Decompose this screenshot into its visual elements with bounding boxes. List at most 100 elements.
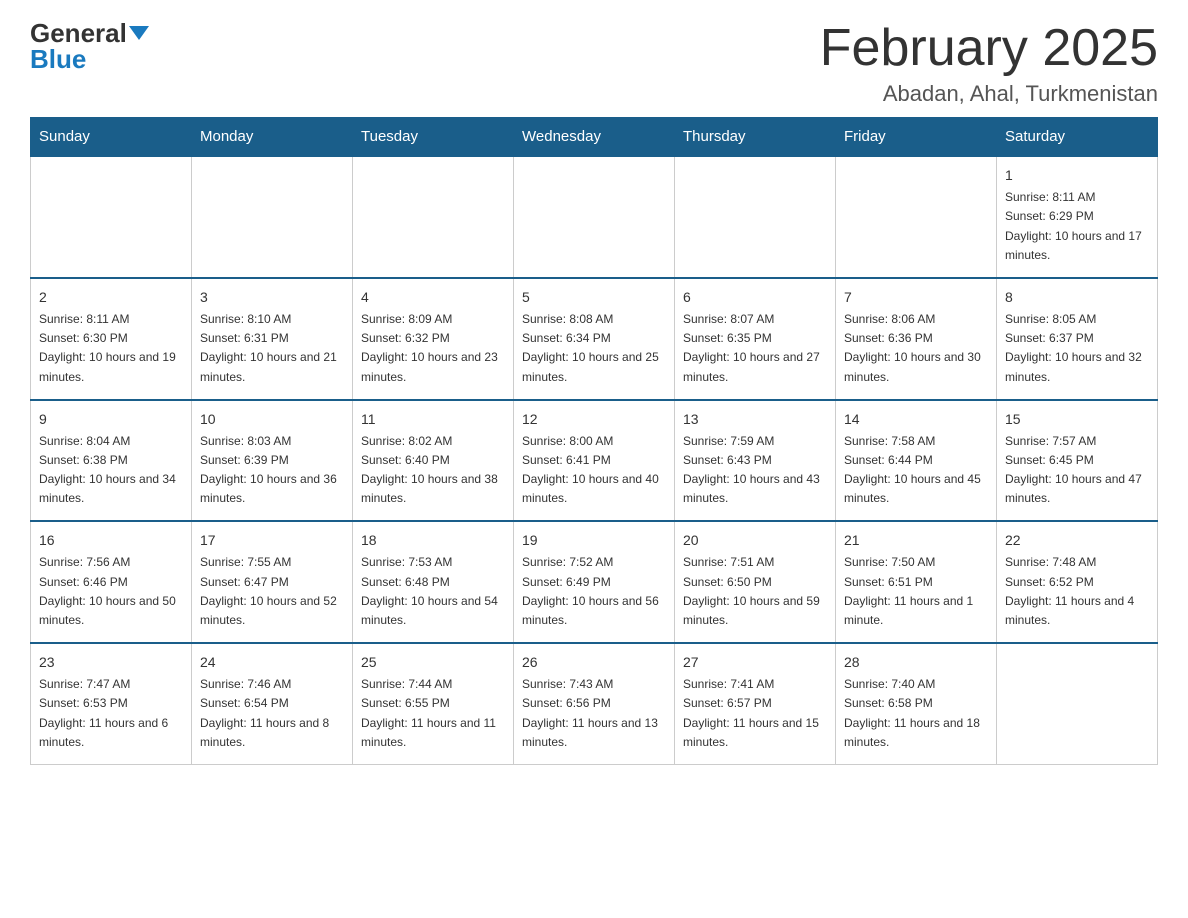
day-number: 19 bbox=[522, 530, 666, 551]
title-block: February 2025 Abadan, Ahal, Turkmenistan bbox=[820, 20, 1158, 107]
logo-general: General bbox=[30, 20, 127, 46]
calendar-cell: 7Sunrise: 8:06 AMSunset: 6:36 PMDaylight… bbox=[836, 278, 997, 400]
day-number: 12 bbox=[522, 409, 666, 430]
calendar-cell: 20Sunrise: 7:51 AMSunset: 6:50 PMDayligh… bbox=[675, 521, 836, 643]
day-info: Sunrise: 8:02 AMSunset: 6:40 PMDaylight:… bbox=[361, 432, 505, 509]
calendar-cell: 28Sunrise: 7:40 AMSunset: 6:58 PMDayligh… bbox=[836, 643, 997, 764]
day-number: 2 bbox=[39, 287, 183, 308]
day-number: 13 bbox=[683, 409, 827, 430]
day-info: Sunrise: 8:04 AMSunset: 6:38 PMDaylight:… bbox=[39, 432, 183, 509]
day-info: Sunrise: 8:09 AMSunset: 6:32 PMDaylight:… bbox=[361, 310, 505, 387]
calendar-cell: 17Sunrise: 7:55 AMSunset: 6:47 PMDayligh… bbox=[192, 521, 353, 643]
day-info: Sunrise: 7:46 AMSunset: 6:54 PMDaylight:… bbox=[200, 675, 344, 752]
day-info: Sunrise: 8:11 AMSunset: 6:30 PMDaylight:… bbox=[39, 310, 183, 387]
day-info: Sunrise: 7:52 AMSunset: 6:49 PMDaylight:… bbox=[522, 553, 666, 630]
day-info: Sunrise: 7:59 AMSunset: 6:43 PMDaylight:… bbox=[683, 432, 827, 509]
calendar-cell: 27Sunrise: 7:41 AMSunset: 6:57 PMDayligh… bbox=[675, 643, 836, 764]
calendar-week-row: 16Sunrise: 7:56 AMSunset: 6:46 PMDayligh… bbox=[31, 521, 1158, 643]
calendar-cell: 14Sunrise: 7:58 AMSunset: 6:44 PMDayligh… bbox=[836, 400, 997, 522]
day-info: Sunrise: 7:40 AMSunset: 6:58 PMDaylight:… bbox=[844, 675, 988, 752]
day-number: 4 bbox=[361, 287, 505, 308]
calendar-cell: 13Sunrise: 7:59 AMSunset: 6:43 PMDayligh… bbox=[675, 400, 836, 522]
day-number: 27 bbox=[683, 652, 827, 673]
day-info: Sunrise: 8:11 AMSunset: 6:29 PMDaylight:… bbox=[1005, 188, 1149, 265]
calendar-cell: 5Sunrise: 8:08 AMSunset: 6:34 PMDaylight… bbox=[514, 278, 675, 400]
calendar-cell bbox=[192, 156, 353, 278]
calendar-cell bbox=[836, 156, 997, 278]
calendar-cell: 6Sunrise: 8:07 AMSunset: 6:35 PMDaylight… bbox=[675, 278, 836, 400]
day-info: Sunrise: 8:06 AMSunset: 6:36 PMDaylight:… bbox=[844, 310, 988, 387]
calendar-cell bbox=[353, 156, 514, 278]
day-info: Sunrise: 7:43 AMSunset: 6:56 PMDaylight:… bbox=[522, 675, 666, 752]
calendar-cell: 10Sunrise: 8:03 AMSunset: 6:39 PMDayligh… bbox=[192, 400, 353, 522]
day-of-week-header: Monday bbox=[192, 118, 353, 157]
calendar-cell: 26Sunrise: 7:43 AMSunset: 6:56 PMDayligh… bbox=[514, 643, 675, 764]
day-number: 6 bbox=[683, 287, 827, 308]
day-info: Sunrise: 7:50 AMSunset: 6:51 PMDaylight:… bbox=[844, 553, 988, 630]
day-number: 24 bbox=[200, 652, 344, 673]
day-number: 16 bbox=[39, 530, 183, 551]
day-number: 25 bbox=[361, 652, 505, 673]
day-number: 3 bbox=[200, 287, 344, 308]
calendar-week-row: 23Sunrise: 7:47 AMSunset: 6:53 PMDayligh… bbox=[31, 643, 1158, 764]
day-info: Sunrise: 8:00 AMSunset: 6:41 PMDaylight:… bbox=[522, 432, 666, 509]
day-info: Sunrise: 8:03 AMSunset: 6:39 PMDaylight:… bbox=[200, 432, 344, 509]
day-number: 15 bbox=[1005, 409, 1149, 430]
day-number: 22 bbox=[1005, 530, 1149, 551]
logo-arrow-icon bbox=[129, 26, 149, 40]
day-number: 5 bbox=[522, 287, 666, 308]
day-number: 17 bbox=[200, 530, 344, 551]
day-number: 9 bbox=[39, 409, 183, 430]
calendar-cell: 23Sunrise: 7:47 AMSunset: 6:53 PMDayligh… bbox=[31, 643, 192, 764]
calendar-title: February 2025 bbox=[820, 20, 1158, 77]
calendar-cell: 18Sunrise: 7:53 AMSunset: 6:48 PMDayligh… bbox=[353, 521, 514, 643]
logo-blue: Blue bbox=[30, 46, 86, 72]
day-number: 23 bbox=[39, 652, 183, 673]
day-info: Sunrise: 8:07 AMSunset: 6:35 PMDaylight:… bbox=[683, 310, 827, 387]
calendar-table: SundayMondayTuesdayWednesdayThursdayFrid… bbox=[30, 117, 1158, 765]
calendar-week-row: 1Sunrise: 8:11 AMSunset: 6:29 PMDaylight… bbox=[31, 156, 1158, 278]
day-of-week-header: Sunday bbox=[31, 118, 192, 157]
day-of-week-header: Saturday bbox=[997, 118, 1158, 157]
day-info: Sunrise: 7:55 AMSunset: 6:47 PMDaylight:… bbox=[200, 553, 344, 630]
calendar-cell bbox=[31, 156, 192, 278]
day-info: Sunrise: 7:56 AMSunset: 6:46 PMDaylight:… bbox=[39, 553, 183, 630]
day-info: Sunrise: 8:08 AMSunset: 6:34 PMDaylight:… bbox=[522, 310, 666, 387]
calendar-cell: 9Sunrise: 8:04 AMSunset: 6:38 PMDaylight… bbox=[31, 400, 192, 522]
calendar-cell: 1Sunrise: 8:11 AMSunset: 6:29 PMDaylight… bbox=[997, 156, 1158, 278]
day-info: Sunrise: 7:44 AMSunset: 6:55 PMDaylight:… bbox=[361, 675, 505, 752]
calendar-cell: 2Sunrise: 8:11 AMSunset: 6:30 PMDaylight… bbox=[31, 278, 192, 400]
calendar-week-row: 2Sunrise: 8:11 AMSunset: 6:30 PMDaylight… bbox=[31, 278, 1158, 400]
day-of-week-header: Wednesday bbox=[514, 118, 675, 157]
calendar-cell: 3Sunrise: 8:10 AMSunset: 6:31 PMDaylight… bbox=[192, 278, 353, 400]
day-number: 7 bbox=[844, 287, 988, 308]
calendar-cell: 15Sunrise: 7:57 AMSunset: 6:45 PMDayligh… bbox=[997, 400, 1158, 522]
calendar-cell: 8Sunrise: 8:05 AMSunset: 6:37 PMDaylight… bbox=[997, 278, 1158, 400]
logo: General Blue bbox=[30, 20, 149, 72]
day-number: 1 bbox=[1005, 165, 1149, 186]
calendar-subtitle: Abadan, Ahal, Turkmenistan bbox=[820, 81, 1158, 107]
day-number: 18 bbox=[361, 530, 505, 551]
day-info: Sunrise: 7:51 AMSunset: 6:50 PMDaylight:… bbox=[683, 553, 827, 630]
calendar-cell bbox=[997, 643, 1158, 764]
day-number: 10 bbox=[200, 409, 344, 430]
page-header: General Blue February 2025 Abadan, Ahal,… bbox=[30, 20, 1158, 107]
day-info: Sunrise: 7:57 AMSunset: 6:45 PMDaylight:… bbox=[1005, 432, 1149, 509]
day-number: 14 bbox=[844, 409, 988, 430]
calendar-cell bbox=[675, 156, 836, 278]
calendar-cell: 25Sunrise: 7:44 AMSunset: 6:55 PMDayligh… bbox=[353, 643, 514, 764]
day-number: 21 bbox=[844, 530, 988, 551]
day-number: 8 bbox=[1005, 287, 1149, 308]
calendar-cell: 12Sunrise: 8:00 AMSunset: 6:41 PMDayligh… bbox=[514, 400, 675, 522]
calendar-cell: 21Sunrise: 7:50 AMSunset: 6:51 PMDayligh… bbox=[836, 521, 997, 643]
calendar-cell bbox=[514, 156, 675, 278]
day-info: Sunrise: 7:47 AMSunset: 6:53 PMDaylight:… bbox=[39, 675, 183, 752]
day-number: 26 bbox=[522, 652, 666, 673]
day-info: Sunrise: 8:05 AMSunset: 6:37 PMDaylight:… bbox=[1005, 310, 1149, 387]
day-info: Sunrise: 7:48 AMSunset: 6:52 PMDaylight:… bbox=[1005, 553, 1149, 630]
calendar-cell: 24Sunrise: 7:46 AMSunset: 6:54 PMDayligh… bbox=[192, 643, 353, 764]
calendar-cell: 19Sunrise: 7:52 AMSunset: 6:49 PMDayligh… bbox=[514, 521, 675, 643]
day-of-week-header: Friday bbox=[836, 118, 997, 157]
day-info: Sunrise: 7:41 AMSunset: 6:57 PMDaylight:… bbox=[683, 675, 827, 752]
calendar-week-row: 9Sunrise: 8:04 AMSunset: 6:38 PMDaylight… bbox=[31, 400, 1158, 522]
